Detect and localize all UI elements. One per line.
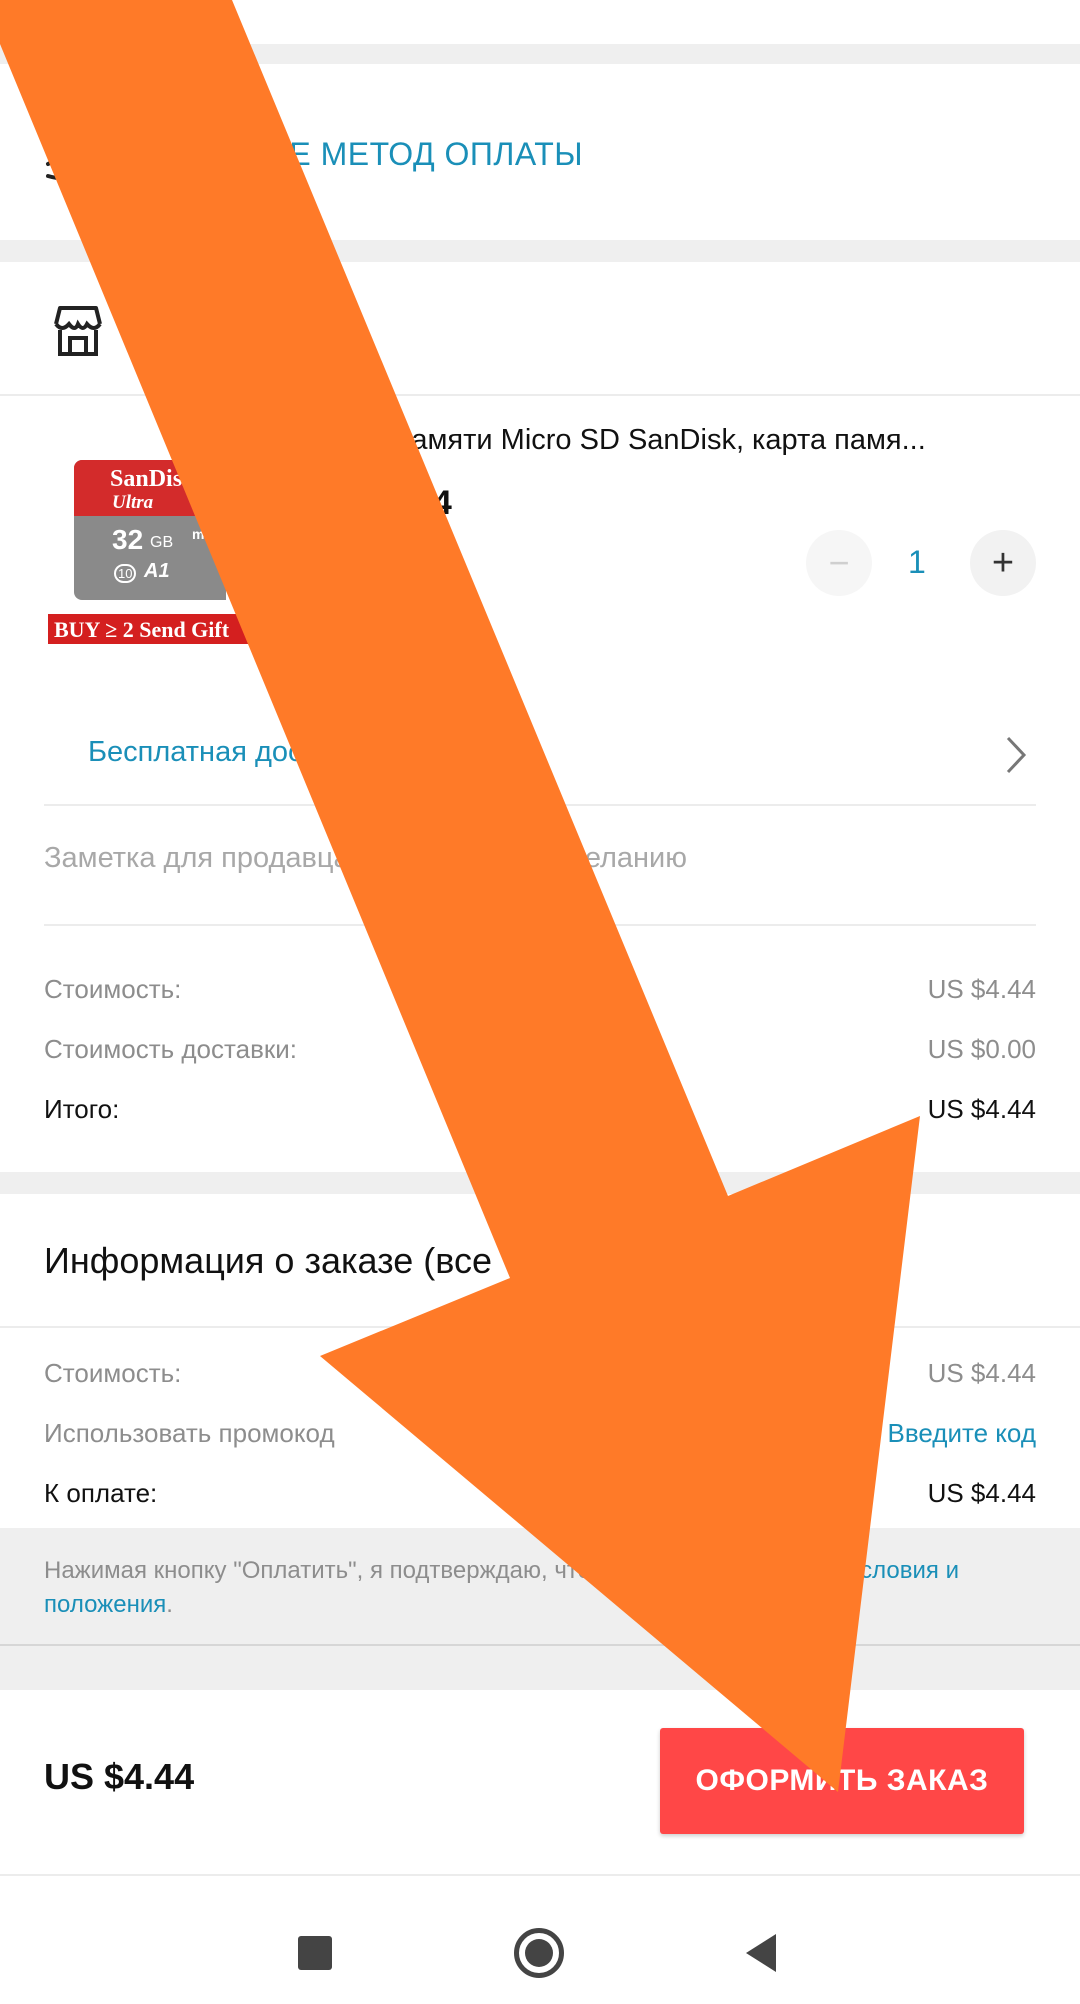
quantity-value[interactable]: 1 xyxy=(908,544,926,581)
quantity-decrease-button[interactable]: − xyxy=(806,530,872,596)
home-icon[interactable] xyxy=(514,1928,564,1978)
disclaimer-bottom-border xyxy=(0,1644,1080,1646)
promo-text: BUY ≥ 2 Send Gift xyxy=(54,617,230,642)
sd-line-text: Ultra xyxy=(112,492,154,513)
shipping-divider xyxy=(44,804,1036,806)
terms-disclaimer: Нажимая кнопку "Оплатить", я подтверждаю… xyxy=(44,1554,1034,1622)
back-icon[interactable] xyxy=(744,1932,778,1979)
note-divider xyxy=(44,924,1036,926)
promo-banner: BUY ≥ 2 Send Gift xyxy=(46,612,278,646)
minus-icon: − xyxy=(828,542,850,583)
chevron-right-icon xyxy=(1004,734,1028,776)
terms-end: . xyxy=(166,1591,173,1618)
cost-value: US $4.44 xyxy=(927,974,1036,1004)
footer-total: US $4.44 xyxy=(44,1756,195,1797)
product-price: US $4.44 xyxy=(310,484,452,522)
order-cost-value: US $4.44 xyxy=(927,1358,1036,1388)
store-divider xyxy=(0,394,1080,396)
shipping-row[interactable]: Бесплатная доставка xyxy=(44,724,1036,804)
plus-icon: + xyxy=(991,541,1015,584)
order-info-card: Информация о заказе (все товары) Стоимос… xyxy=(0,1194,1080,1528)
sd-brand-text: SanDisk xyxy=(110,466,196,492)
order-cost-label: Стоимость: xyxy=(44,1358,182,1388)
recent-apps-icon[interactable] xyxy=(298,1936,332,1970)
order-info-divider xyxy=(0,1326,1080,1328)
checkout-bar: US $4.44 ОФОРМИТЬ ЗАКАЗ xyxy=(0,1690,1080,1874)
payment-method-label: ВЫБЕРИТЕ МЕТОД ОПЛАТЫ xyxy=(130,136,584,172)
payment-method-row[interactable]: $ ВЫБЕРИТЕ МЕТОД ОПЛАТЫ xyxy=(0,64,1080,240)
enter-promo-code-link[interactable]: Введите код xyxy=(888,1418,1036,1449)
checkout-button[interactable]: ОФОРМИТЬ ЗАКАЗ xyxy=(660,1728,1024,1834)
system-nav-bar xyxy=(0,1876,1080,2004)
sd-micro-label: micro xyxy=(192,526,231,542)
sd-class-mark: 10 xyxy=(114,564,137,583)
checkout-button-label: ОФОРМИТЬ ЗАКАЗ xyxy=(695,1764,989,1797)
sd-capacity-unit: GB xyxy=(150,534,174,551)
amount-due-value: US $4.44 xyxy=(927,1478,1036,1508)
sd-class-label: A1 xyxy=(144,560,170,582)
subtotal-label: Итого: xyxy=(44,1094,120,1124)
sd-capacity: 32 xyxy=(112,524,144,555)
amount-due-label: К оплате: xyxy=(44,1478,158,1508)
store-icon xyxy=(50,302,106,358)
promo-code-label: Использовать промокод xyxy=(44,1418,335,1448)
shipping-cost-value: US $0.00 xyxy=(927,1034,1036,1064)
sd-card-graphic: SanDisk Ultra 32 GB micro 10 A1 xyxy=(74,460,278,600)
seller-note-input[interactable]: Заметка для продавца: сообщение по желан… xyxy=(44,842,687,875)
product-title[interactable]: Карта памяти Micro SD SanDisk, карта пам… xyxy=(310,424,1030,457)
home-icon-inner xyxy=(525,1939,553,1967)
payment-hand-icon: $ xyxy=(44,122,116,182)
sd-card-notch xyxy=(226,572,278,600)
product-image[interactable]: SanDisk Ultra 32 GB micro 10 A1 BUY ≥ 2 … xyxy=(46,460,278,660)
subtotal-value: US $4.44 xyxy=(927,1094,1036,1124)
order-info-title: Информация о заказе (все товары) xyxy=(44,1240,635,1281)
order-card: IIII Store SanDisk Ultra 32 GB micro 10 … xyxy=(0,262,1080,1172)
shipping-label: Бесплатная доставка xyxy=(88,736,377,768)
store-name[interactable]: IIII Store xyxy=(142,314,255,348)
cost-label: Стоимость: xyxy=(44,974,182,1004)
shipping-cost-label: Стоимость доставки: xyxy=(44,1034,298,1064)
svg-text:$: $ xyxy=(80,133,91,154)
quantity-increase-button[interactable]: + xyxy=(970,530,1036,596)
top-section xyxy=(0,0,1080,44)
terms-text: Нажимая кнопку "Оплатить", я подтверждаю… xyxy=(44,1557,849,1584)
